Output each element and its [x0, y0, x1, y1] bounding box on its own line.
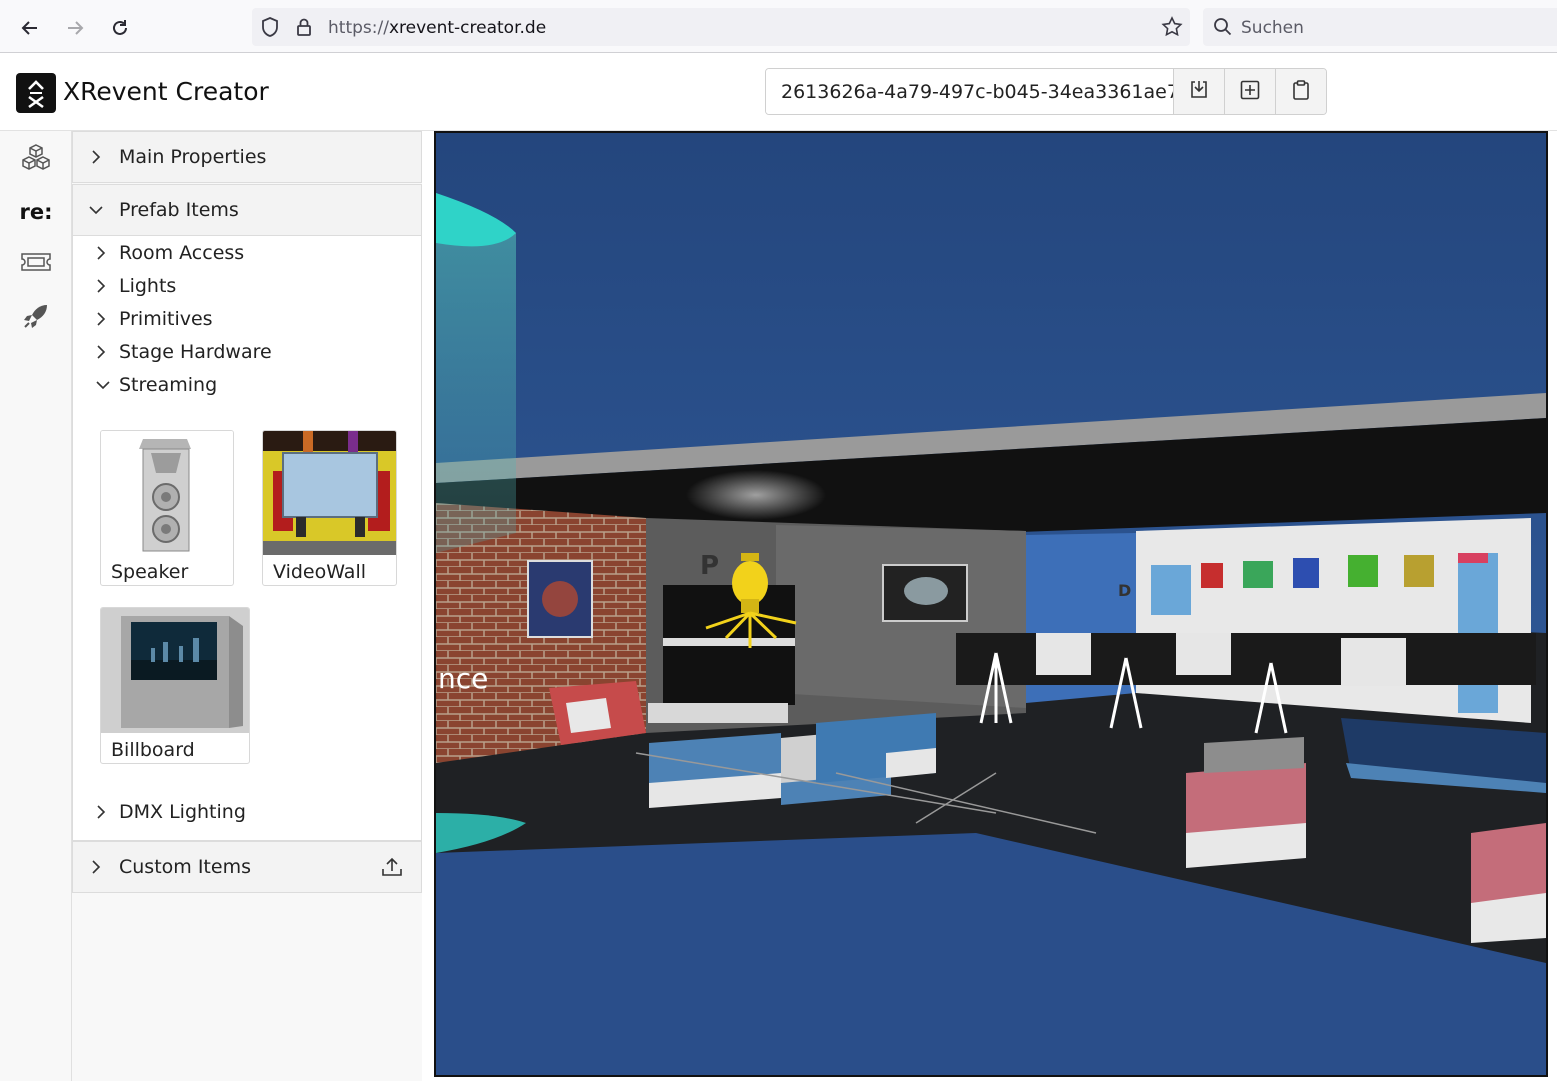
- icon-rail: re:: [0, 131, 72, 1081]
- tree-item-label: Primitives: [119, 308, 213, 330]
- prefab-card-label: Speaker: [111, 561, 189, 583]
- chevron-right-icon: [95, 245, 119, 261]
- upload-icon[interactable]: [381, 856, 403, 883]
- cubes-icon: [20, 142, 52, 178]
- prefab-card-billboard[interactable]: Billboard: [100, 607, 250, 764]
- tree-item-primitives[interactable]: Primitives: [95, 304, 213, 334]
- event-id-input[interactable]: [766, 69, 1173, 114]
- search-placeholder: Suchen: [1241, 18, 1304, 38]
- reload-icon[interactable]: [106, 14, 134, 42]
- chevron-right-icon: [73, 149, 119, 165]
- shield-icon[interactable]: [260, 16, 280, 42]
- accordion-prefab-items[interactable]: Prefab Items: [72, 184, 422, 236]
- chevron-down-icon: [95, 379, 119, 391]
- tree-item-lights[interactable]: Lights: [95, 271, 176, 301]
- tree-item-label: Stage Hardware: [119, 341, 272, 363]
- rail-re-label: re:: [19, 200, 53, 224]
- event-id-group: [765, 68, 1327, 115]
- tree-item-dmx-lighting[interactable]: DMX Lighting: [95, 797, 246, 827]
- scene-render[interactable]: P D nce: [436, 133, 1546, 1075]
- app-logo: [16, 73, 56, 113]
- rail-item-prefabs[interactable]: [14, 142, 58, 178]
- rail-item-launch[interactable]: [14, 300, 58, 336]
- app-title: XRevent Creator: [63, 77, 269, 106]
- tree-item-label: Lights: [119, 275, 177, 297]
- videowall-thumbnail: [263, 431, 396, 555]
- add-square-icon: [1239, 79, 1261, 105]
- star-icon[interactable]: [1160, 15, 1184, 43]
- new-event-button[interactable]: [1224, 69, 1275, 114]
- scene-wall-text: nce: [438, 662, 488, 695]
- forward-arrow-icon[interactable]: [61, 14, 89, 42]
- scene-sign-p: P: [700, 551, 719, 581]
- tree-item-label: Streaming: [119, 374, 218, 396]
- download-icon: [1188, 79, 1210, 105]
- tree-item-label: Room Access: [119, 242, 245, 264]
- accordion-label: Prefab Items: [119, 199, 239, 221]
- accordion-custom-items[interactable]: Custom Items: [72, 841, 422, 893]
- back-arrow-icon[interactable]: [16, 14, 44, 42]
- prefab-items-body: Room Access Lights Primitives Stage Hard…: [72, 236, 422, 841]
- tree-item-streaming[interactable]: Streaming: [95, 370, 217, 400]
- tree-item-label: DMX Lighting: [119, 801, 246, 823]
- chevron-down-icon: [73, 204, 119, 216]
- chevron-right-icon: [95, 311, 119, 327]
- prefab-card-speaker[interactable]: Speaker: [100, 430, 234, 586]
- rail-item-tickets[interactable]: [14, 246, 58, 282]
- clipboard-icon: [1290, 79, 1312, 105]
- speaker-thumbnail: [101, 431, 233, 555]
- rail-item-re[interactable]: re:: [14, 194, 58, 230]
- chevron-right-icon: [73, 859, 119, 875]
- tree-item-room-access[interactable]: Room Access: [95, 238, 244, 268]
- address-bar[interactable]: https://xrevent-creator.de: [252, 8, 1190, 46]
- download-button[interactable]: [1173, 69, 1224, 114]
- prefab-card-videowall[interactable]: VideoWall: [262, 430, 397, 586]
- chevron-right-icon: [95, 804, 119, 820]
- accordion-label: Custom Items: [119, 856, 251, 878]
- billboard-thumbnail: [101, 608, 249, 733]
- chevron-right-icon: [95, 344, 119, 360]
- search-bar[interactable]: Suchen: [1203, 8, 1557, 46]
- prefab-card-label: VideoWall: [273, 561, 367, 583]
- copy-button[interactable]: [1275, 69, 1326, 114]
- scene-viewport[interactable]: P D nce: [434, 131, 1548, 1077]
- lock-icon[interactable]: [294, 16, 314, 42]
- prefab-card-label: Billboard: [111, 739, 195, 761]
- chevron-right-icon: [95, 278, 119, 294]
- sidebar-panel: Main Properties Prefab Items Room Access…: [72, 131, 422, 1081]
- accordion-label: Main Properties: [119, 146, 267, 168]
- ticket-icon: [20, 250, 52, 278]
- scene-sign-d: D: [1118, 581, 1131, 600]
- tree-item-stage-hardware[interactable]: Stage Hardware: [95, 337, 272, 367]
- rocket-icon: [21, 301, 51, 335]
- browser-toolbar: https://xrevent-creator.de Suchen: [0, 0, 1557, 53]
- app-header: XRevent Creator: [0, 53, 1557, 131]
- url-text: https://xrevent-creator.de: [328, 18, 547, 38]
- search-icon: [1213, 17, 1233, 41]
- accordion-main-properties[interactable]: Main Properties: [72, 131, 422, 183]
